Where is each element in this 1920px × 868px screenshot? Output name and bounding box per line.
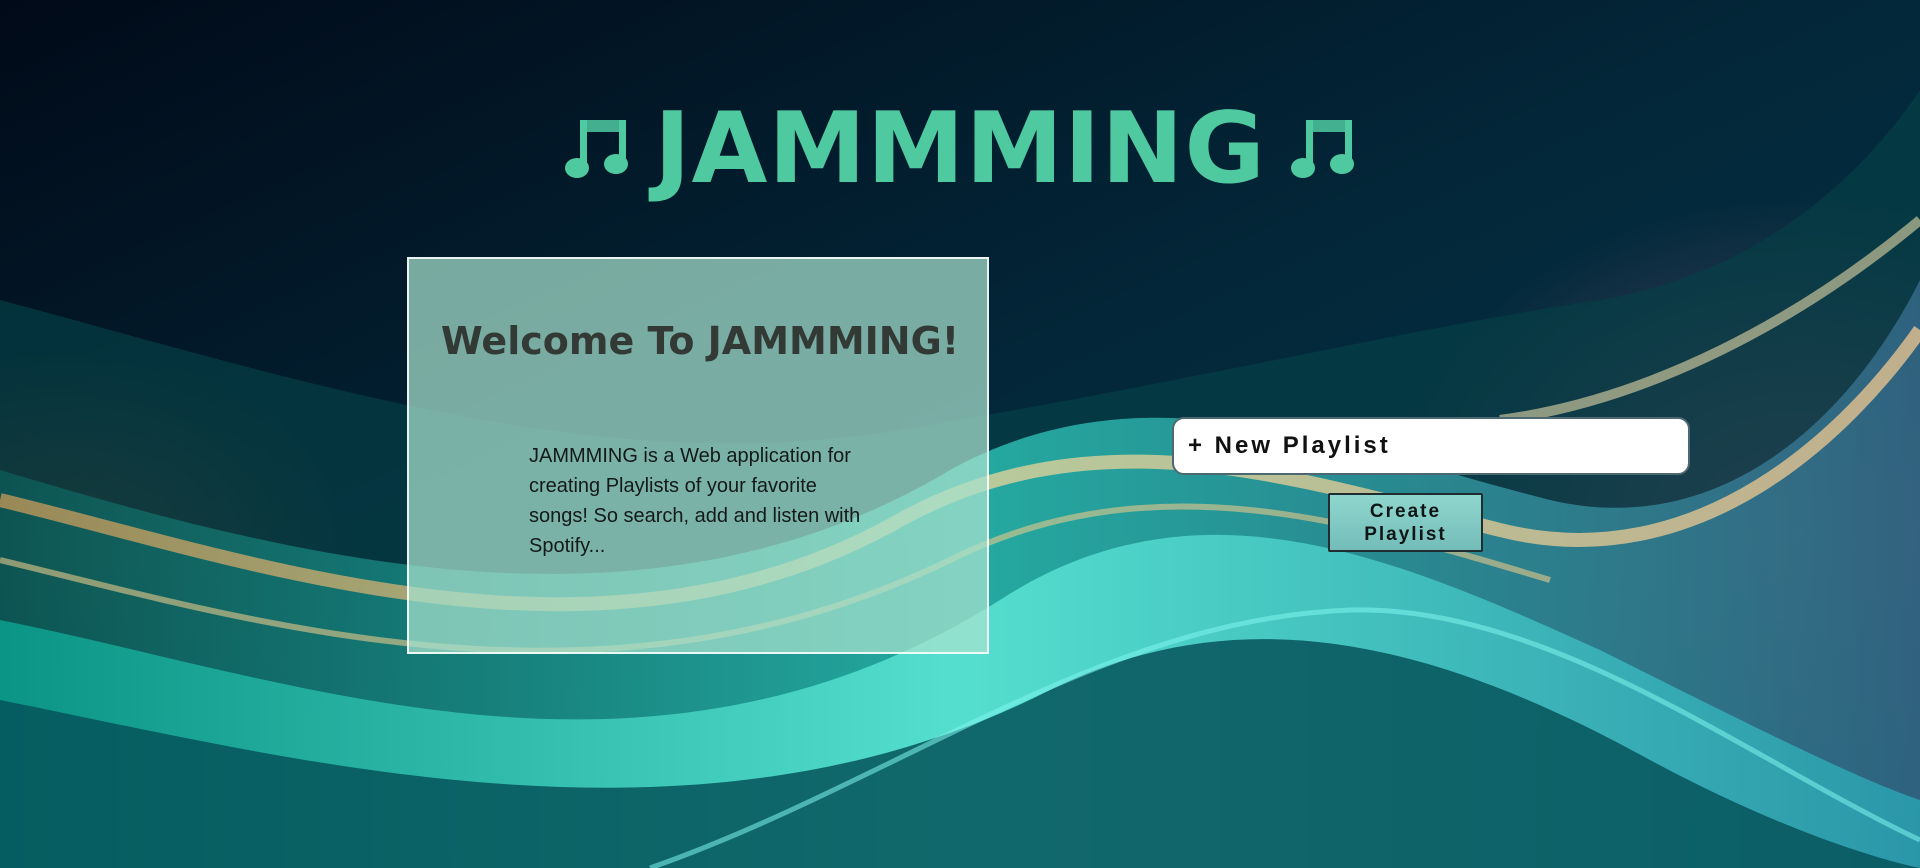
welcome-description: JAMMMING is a Web application for creati…: [529, 445, 861, 557]
new-playlist-input[interactable]: [1172, 417, 1690, 475]
music-note-icon: [1290, 116, 1356, 182]
app-header: JAMMMING: [0, 100, 1920, 198]
create-playlist-button[interactable]: Create Playlist: [1328, 493, 1483, 552]
welcome-title: Welcome To JAMMMING!: [440, 319, 960, 363]
music-note-icon: [564, 116, 630, 182]
app-title: JAMMMING: [654, 92, 1266, 206]
welcome-card: Welcome To JAMMMING! JAMMMING is a Web a…: [407, 257, 989, 654]
